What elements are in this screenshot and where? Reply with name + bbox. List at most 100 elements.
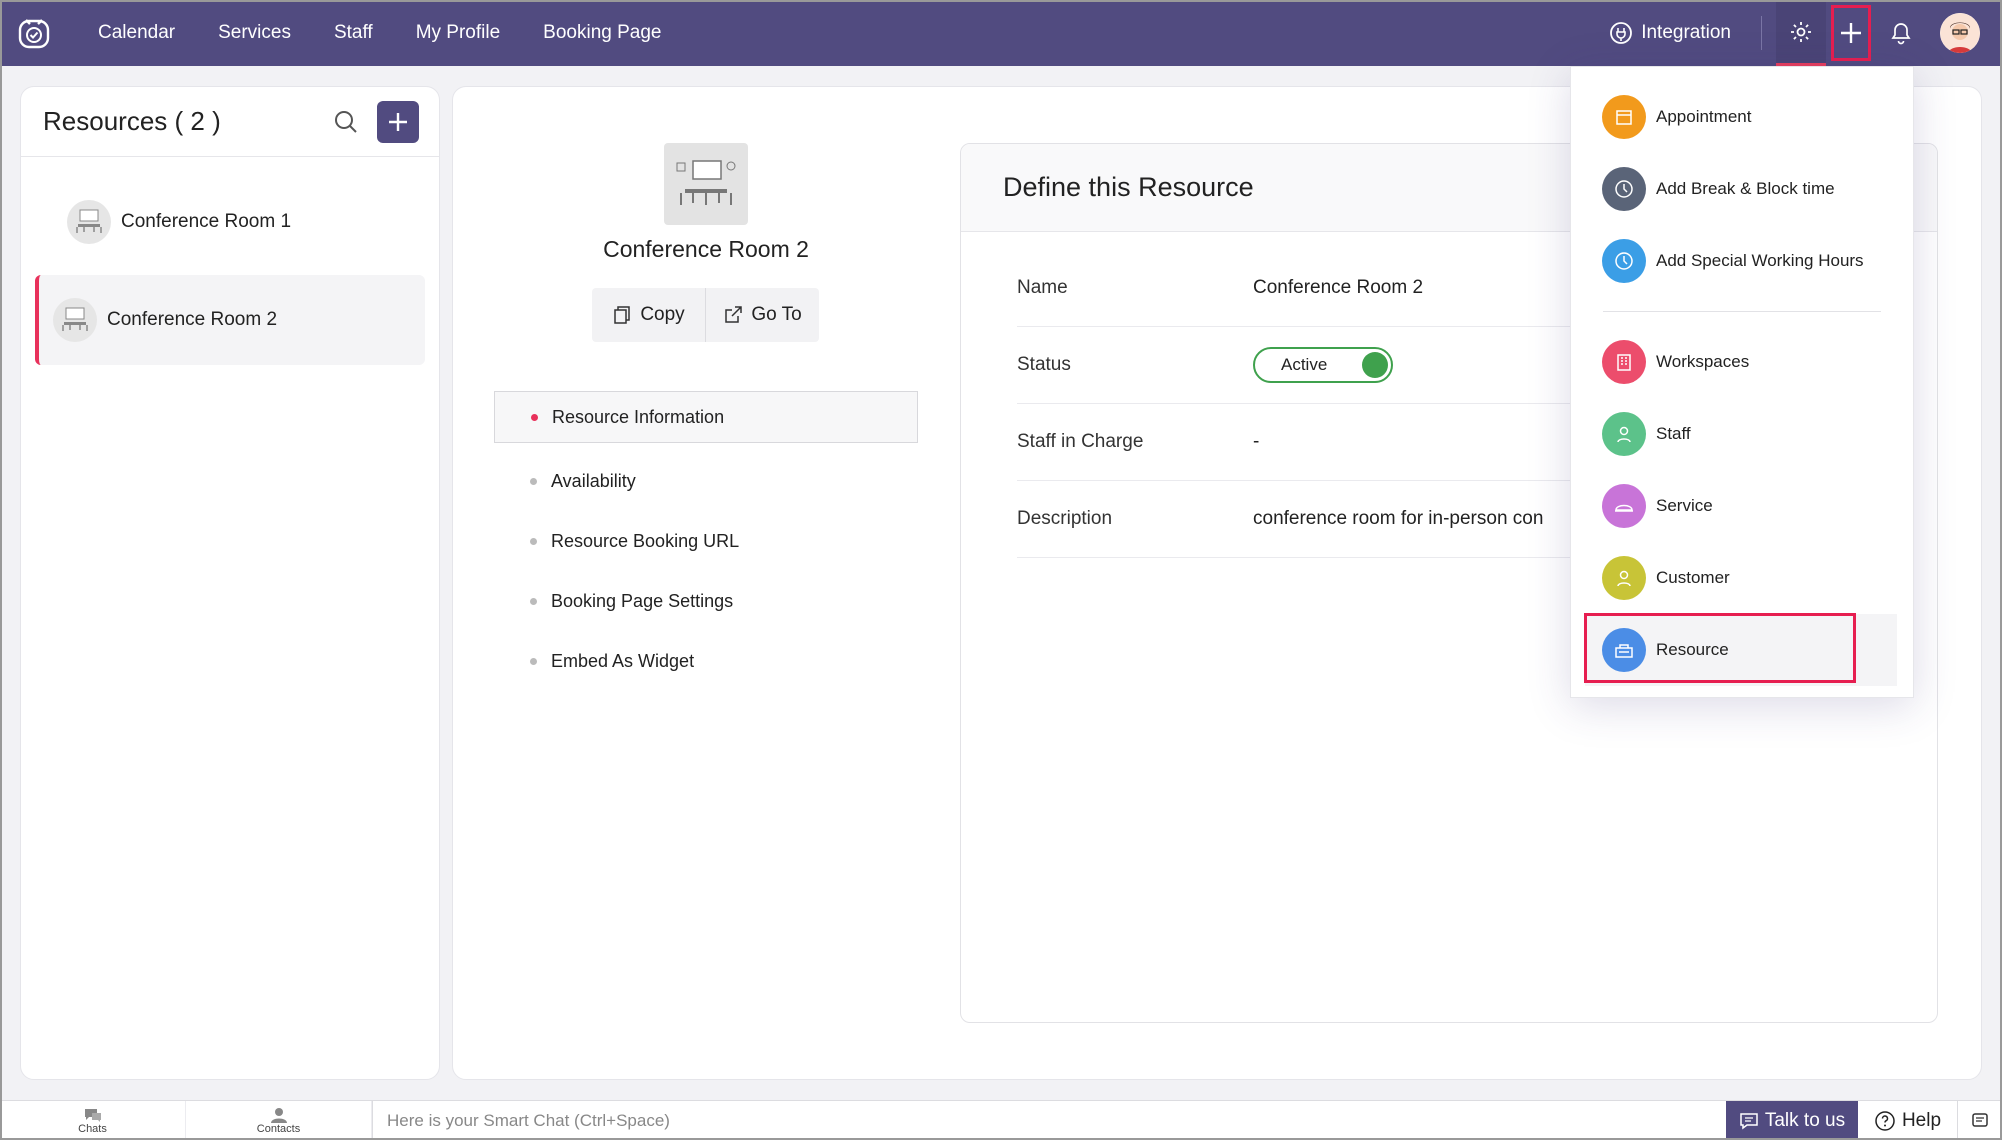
- resource-title: Conference Room 2: [603, 236, 809, 262]
- resource-actions: Copy Go To: [592, 288, 819, 342]
- plus-icon: [389, 113, 407, 131]
- field-label: Description: [1017, 508, 1113, 529]
- plug-icon: [1609, 21, 1633, 45]
- menu-item-embed-as-widget[interactable]: Embed As Widget: [494, 631, 918, 691]
- calendar-icon: [1602, 95, 1646, 139]
- dropdown-label: Customer: [1656, 568, 1730, 587]
- copy-label: Copy: [640, 304, 685, 325]
- external-link-icon: [725, 306, 743, 323]
- field-label: Name: [1017, 277, 1068, 298]
- menu-item-booking-page-settings[interactable]: Booking Page Settings: [494, 571, 918, 631]
- status-toggle[interactable]: Active: [1253, 347, 1393, 383]
- add-new-dropdown-menu: Appointment Add Break & Block time Add S…: [1570, 66, 1914, 698]
- menu-label: Availability: [551, 470, 636, 491]
- chat-bubble-icon: [84, 1108, 101, 1122]
- field-label: Status: [1017, 354, 1071, 375]
- dropdown-label: Workspaces: [1656, 352, 1750, 371]
- field-label: Staff in Charge: [1017, 431, 1144, 452]
- search-icon[interactable]: [333, 109, 359, 135]
- user-avatar[interactable]: [1940, 13, 1980, 53]
- menu-label: Booking Page Settings: [551, 590, 734, 611]
- settings-button[interactable]: [1776, 0, 1826, 66]
- copy-button[interactable]: Copy: [592, 288, 705, 342]
- resources-panel-title: Resources ( 2 ): [43, 106, 221, 136]
- dropdown-item-appointment[interactable]: Appointment: [1571, 81, 1913, 153]
- top-navigation-bar: Calendar Services Staff My Profile Booki…: [0, 0, 2002, 66]
- bottom-bar: Chats Contacts Here is your Smart Chat (…: [0, 1100, 2002, 1140]
- dropdown-label: Staff: [1656, 424, 1691, 443]
- dropdown-label: Service: [1656, 496, 1713, 515]
- chats-label: Chats: [78, 1122, 107, 1135]
- add-resource-button[interactable]: [377, 101, 419, 143]
- integration-label: Integration: [1641, 22, 1731, 43]
- add-new-button[interactable]: [1826, 0, 1876, 66]
- building-icon: [1602, 340, 1646, 384]
- staff-icon: [1602, 412, 1646, 456]
- help-icon: [1875, 1110, 1895, 1131]
- nav-my-profile[interactable]: My Profile: [416, 22, 500, 44]
- help-label: Help: [1901, 1109, 1942, 1131]
- dropdown-item-resource[interactable]: Resource: [1584, 613, 1897, 686]
- resource-name: Conference Room 1: [121, 211, 292, 232]
- integration-button[interactable]: Integration: [1609, 21, 1731, 45]
- divider: [1761, 16, 1762, 50]
- clock-icon: [1602, 239, 1646, 283]
- room-image-icon: [664, 143, 748, 225]
- room-thumbnail-icon: [67, 200, 111, 244]
- dropdown-item-workspaces[interactable]: Workspaces: [1571, 326, 1913, 398]
- talk-label: Talk to us: [1764, 1109, 1846, 1131]
- menu-item-resource-booking-url[interactable]: Resource Booking URL: [494, 511, 918, 571]
- menu-item-availability[interactable]: Availability: [494, 451, 918, 511]
- talk-to-us-button[interactable]: Talk to us: [1726, 1100, 1858, 1140]
- menu-label: Resource Booking URL: [551, 530, 740, 551]
- nav-calendar[interactable]: Calendar: [98, 22, 175, 44]
- customer-icon: [1602, 556, 1646, 600]
- bell-icon: [1891, 23, 1911, 45]
- menu-label: Embed As Widget: [551, 650, 695, 671]
- description-value[interactable]: conference room for in-person con: [1253, 508, 1543, 530]
- contacts-icon: [270, 1107, 287, 1123]
- bullet-dot: [530, 537, 537, 545]
- room-thumbnail-icon: [53, 298, 97, 342]
- bullet-dot: [530, 657, 537, 665]
- nav-booking-page[interactable]: Booking Page: [543, 22, 661, 44]
- plus-icon: [1841, 23, 1861, 43]
- help-button[interactable]: Help: [1858, 1100, 1958, 1140]
- nav-staff[interactable]: Staff: [334, 22, 373, 44]
- chats-tab[interactable]: Chats: [0, 1100, 186, 1140]
- feedback-icon[interactable]: [1958, 1101, 2002, 1140]
- clock-icon: [1602, 167, 1646, 211]
- dropdown-label: Appointment: [1656, 107, 1752, 126]
- service-icon: [1602, 484, 1646, 528]
- dropdown-label: Add Break & Block time: [1656, 179, 1835, 198]
- toggle-knob: [1362, 352, 1388, 378]
- dropdown-item-service[interactable]: Service: [1571, 470, 1913, 542]
- bullet-dot: [530, 477, 537, 485]
- nav-services[interactable]: Services: [218, 22, 291, 44]
- contacts-tab[interactable]: Contacts: [186, 1100, 372, 1140]
- notifications-button[interactable]: [1876, 0, 1926, 66]
- status-label: Active: [1281, 355, 1328, 374]
- resource-list-item[interactable]: Conference Room 1: [35, 177, 425, 267]
- copy-icon: [614, 306, 631, 324]
- resource-name: Conference Room 2: [107, 309, 278, 330]
- dropdown-divider: [1603, 311, 1881, 312]
- dropdown-item-staff[interactable]: Staff: [1571, 398, 1913, 470]
- go-to-button[interactable]: Go To: [705, 288, 819, 342]
- contacts-label: Contacts: [256, 1122, 301, 1135]
- smart-chat-input[interactable]: Here is your Smart Chat (Ctrl+Space): [372, 1100, 1726, 1140]
- dropdown-item-add-break-block-time[interactable]: Add Break & Block time: [1571, 153, 1913, 225]
- menu-item-resource-information[interactable]: Resource Information: [494, 391, 918, 443]
- resource-side-menu: Resource Information Availability Resour…: [494, 391, 918, 691]
- active-dot: [531, 413, 538, 421]
- top-right-actions: Integration: [1609, 0, 2002, 66]
- go-to-label: Go To: [751, 304, 802, 325]
- dropdown-item-customer[interactable]: Customer: [1571, 542, 1913, 614]
- resource-list-item-selected[interactable]: Conference Room 2: [35, 275, 425, 365]
- resources-panel: Resources ( 2 ) Conference Room 1 Confer…: [20, 86, 440, 1080]
- app-logo-icon[interactable]: [16, 15, 52, 51]
- staff-in-charge-value[interactable]: -: [1253, 431, 1259, 453]
- gear-icon: [1791, 21, 1811, 42]
- dropdown-item-add-special-working-hours[interactable]: Add Special Working Hours: [1571, 225, 1913, 297]
- name-value[interactable]: Conference Room 2: [1253, 277, 1423, 299]
